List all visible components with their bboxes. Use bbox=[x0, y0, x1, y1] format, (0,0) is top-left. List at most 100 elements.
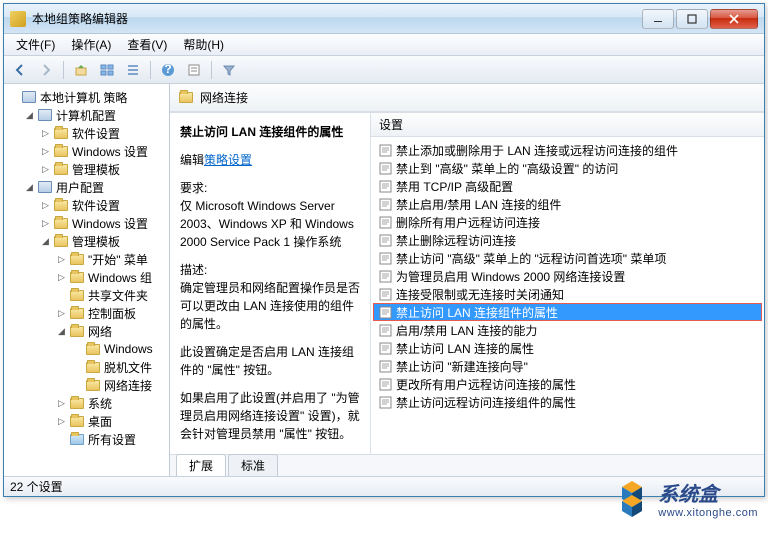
tree-item[interactable]: ▷Windows 设置 bbox=[38, 214, 169, 232]
expand-icon[interactable]: ▷ bbox=[56, 308, 67, 319]
requirements-text: 仅 Microsoft Windows Server 2003、Windows … bbox=[180, 197, 360, 251]
setting-row[interactable]: 连接受限制或无连接时关闭通知 bbox=[373, 285, 762, 303]
edit-policy-link[interactable]: 策略设置 bbox=[204, 153, 252, 167]
setting-row[interactable]: 为管理员启用 Windows 2000 网络连接设置 bbox=[373, 267, 762, 285]
setting-row[interactable]: 禁止访问 "高级" 菜单上的 "远程访问首选项" 菜单项 bbox=[373, 249, 762, 267]
tree-item[interactable]: ▷软件设置 bbox=[38, 124, 169, 142]
collapse-icon[interactable]: ◢ bbox=[40, 236, 51, 247]
app-window: 本地组策略编辑器 文件(F) 操作(A) 查看(V) 帮助(H) ? bbox=[3, 3, 765, 497]
close-button[interactable] bbox=[710, 9, 758, 29]
setting-row[interactable]: 禁止启用/禁用 LAN 连接的组件 bbox=[373, 195, 762, 213]
tree-item[interactable]: ▷软件设置 bbox=[38, 196, 169, 214]
expand-icon[interactable]: ▷ bbox=[56, 272, 67, 283]
expand-icon[interactable]: ▷ bbox=[40, 218, 51, 229]
watermark-url: www.xitonghe.com bbox=[658, 507, 758, 519]
menu-view[interactable]: 查看(V) bbox=[119, 34, 175, 55]
expand-icon[interactable]: ▷ bbox=[40, 128, 51, 139]
tree-item[interactable]: 脱机文件 bbox=[70, 358, 169, 376]
collapse-icon[interactable]: ◢ bbox=[24, 182, 35, 193]
setting-label: 为管理员启用 Windows 2000 网络连接设置 bbox=[396, 268, 625, 285]
tree-item[interactable]: 所有设置 bbox=[54, 430, 169, 448]
setting-row[interactable]: 禁止删除远程访问连接 bbox=[373, 231, 762, 249]
status-text: 22 个设置 bbox=[10, 478, 63, 495]
setting-row[interactable]: 禁用 TCP/IP 高级配置 bbox=[373, 177, 762, 195]
tree-item[interactable]: Windows bbox=[70, 340, 169, 358]
maximize-button[interactable] bbox=[676, 9, 708, 29]
policy-title: 禁止访问 LAN 连接组件的属性 bbox=[180, 123, 360, 141]
policy-icon bbox=[378, 179, 392, 193]
setting-label: 禁止访问 LAN 连接组件的属性 bbox=[396, 304, 558, 321]
policy-icon bbox=[378, 395, 392, 409]
description-text: 确定管理员和网络配置操作员是否可以更改由 LAN 连接使用的组件的属性。 bbox=[180, 279, 360, 333]
menu-action[interactable]: 操作(A) bbox=[63, 34, 119, 55]
setting-row[interactable]: 禁止访问 "新建连接向导" bbox=[373, 357, 762, 375]
forward-button[interactable] bbox=[34, 59, 58, 81]
tab-standard[interactable]: 标准 bbox=[228, 454, 278, 476]
setting-label: 禁止访问 LAN 连接的属性 bbox=[396, 340, 534, 357]
setting-row[interactable]: 禁止添加或删除用于 LAN 连接或远程访问连接的组件 bbox=[373, 141, 762, 159]
description-label: 描述: bbox=[180, 261, 360, 279]
settings-list[interactable]: 禁止添加或删除用于 LAN 连接或远程访问连接的组件禁止到 "高级" 菜单上的 … bbox=[371, 137, 764, 454]
list-icons-button[interactable] bbox=[95, 59, 119, 81]
setting-row[interactable]: 更改所有用户远程访问连接的属性 bbox=[373, 375, 762, 393]
tree-network-connections[interactable]: 网络连接 bbox=[70, 376, 169, 394]
expand-icon[interactable]: ▷ bbox=[56, 398, 67, 409]
minimize-button[interactable] bbox=[642, 9, 674, 29]
setting-row[interactable]: 禁止访问 LAN 连接的属性 bbox=[373, 339, 762, 357]
collapse-icon[interactable]: ◢ bbox=[24, 110, 35, 121]
tree-item[interactable]: ▷管理模板 bbox=[38, 160, 169, 178]
tree-item[interactable]: ▷Windows 组 bbox=[54, 268, 169, 286]
tree-admin-templates[interactable]: ◢管理模板 bbox=[38, 232, 169, 250]
details-pane[interactable]: 禁止访问 LAN 连接组件的属性 编辑策略设置 要求: 仅 Microsoft … bbox=[170, 113, 371, 454]
menu-file[interactable]: 文件(F) bbox=[8, 34, 63, 55]
description-text: 此设置确定是否启用 LAN 连接组件的 "属性" 按钮。 bbox=[180, 343, 360, 379]
expand-icon[interactable]: ▷ bbox=[40, 164, 51, 175]
menu-help[interactable]: 帮助(H) bbox=[175, 34, 232, 55]
tree-computer-config[interactable]: ◢计算机配置 bbox=[22, 106, 169, 124]
expand-icon[interactable]: ▷ bbox=[40, 200, 51, 211]
policy-icon bbox=[378, 233, 392, 247]
requirements-label: 要求: bbox=[180, 179, 360, 197]
setting-label: 禁止到 "高级" 菜单上的 "高级设置" 的访问 bbox=[396, 160, 618, 177]
back-button[interactable] bbox=[8, 59, 32, 81]
svg-text:?: ? bbox=[164, 63, 171, 76]
expand-icon[interactable]: ▷ bbox=[56, 254, 67, 265]
setting-row[interactable]: 启用/禁用 LAN 连接的能力 bbox=[373, 321, 762, 339]
tab-extended[interactable]: 扩展 bbox=[176, 454, 226, 476]
expand-icon[interactable]: ▷ bbox=[56, 416, 67, 427]
setting-row[interactable]: 禁止到 "高级" 菜单上的 "高级设置" 的访问 bbox=[373, 159, 762, 177]
setting-label: 更改所有用户远程访问连接的属性 bbox=[396, 376, 576, 393]
tabs: 扩展 标准 bbox=[170, 454, 764, 476]
tree-item[interactable]: ▷控制面板 bbox=[54, 304, 169, 322]
setting-row[interactable]: 禁止访问 LAN 连接组件的属性 bbox=[373, 303, 762, 321]
up-button[interactable] bbox=[69, 59, 93, 81]
setting-label: 禁止访问 "新建连接向导" bbox=[396, 358, 528, 375]
tree-pane[interactable]: 本地计算机 策略 ◢计算机配置 ▷软件设置 ▷Windows 设置 ▷管理模板 bbox=[4, 84, 170, 476]
properties-button[interactable] bbox=[182, 59, 206, 81]
menubar: 文件(F) 操作(A) 查看(V) 帮助(H) bbox=[4, 34, 764, 56]
setting-label: 禁用 TCP/IP 高级配置 bbox=[396, 178, 513, 195]
setting-row[interactable]: 禁止访问远程访问连接组件的属性 bbox=[373, 393, 762, 411]
tree-network[interactable]: ◢网络 bbox=[54, 322, 169, 340]
tree-item[interactable]: ▷系统 bbox=[54, 394, 169, 412]
policy-icon bbox=[378, 287, 392, 301]
tree-user-config[interactable]: ◢用户配置 bbox=[22, 178, 169, 196]
tree-root[interactable]: 本地计算机 策略 bbox=[6, 88, 169, 106]
setting-label: 禁止访问 "高级" 菜单上的 "远程访问首选项" 菜单项 bbox=[396, 250, 666, 267]
tree-item[interactable]: ▷"开始" 菜单 bbox=[54, 250, 169, 268]
list-column-header[interactable]: 设置 bbox=[371, 113, 764, 137]
setting-label: 删除所有用户远程访问连接 bbox=[396, 214, 540, 231]
tree-item[interactable]: 共享文件夹 bbox=[54, 286, 169, 304]
details-button[interactable] bbox=[121, 59, 145, 81]
expand-icon[interactable]: ▷ bbox=[40, 146, 51, 157]
setting-label: 禁止访问远程访问连接组件的属性 bbox=[396, 394, 576, 411]
titlebar[interactable]: 本地组策略编辑器 bbox=[4, 4, 764, 34]
policy-icon bbox=[378, 251, 392, 265]
tree-item[interactable]: ▷桌面 bbox=[54, 412, 169, 430]
collapse-icon[interactable]: ◢ bbox=[56, 326, 67, 337]
setting-row[interactable]: 删除所有用户远程访问连接 bbox=[373, 213, 762, 231]
filter-button[interactable] bbox=[217, 59, 241, 81]
help-button[interactable]: ? bbox=[156, 59, 180, 81]
tree-item[interactable]: ▷Windows 设置 bbox=[38, 142, 169, 160]
folder-icon bbox=[178, 91, 194, 105]
